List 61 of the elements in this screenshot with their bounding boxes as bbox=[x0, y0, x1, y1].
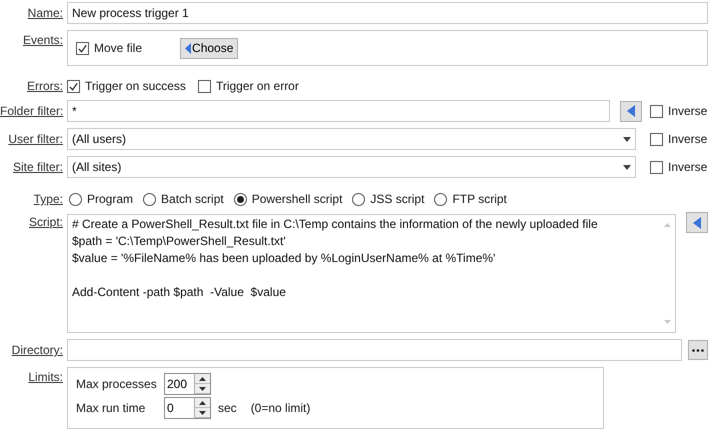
checkbox[interactable] bbox=[650, 104, 663, 118]
field-label: Limits: bbox=[28, 370, 63, 384]
up-arrow-icon bbox=[199, 376, 206, 380]
spin-down-button[interactable] bbox=[195, 384, 210, 394]
field-label: Errors: bbox=[27, 79, 63, 93]
radio-button[interactable] bbox=[69, 192, 82, 206]
left-triangle-icon bbox=[627, 105, 635, 117]
field-label: Directory: bbox=[12, 343, 63, 357]
checkbox[interactable] bbox=[198, 80, 211, 92]
spin-down-button[interactable] bbox=[195, 408, 210, 418]
spin-up-button[interactable] bbox=[195, 374, 210, 384]
up-arrow-icon bbox=[199, 400, 206, 404]
choose-button[interactable]: Choose bbox=[180, 38, 238, 58]
field-label: Name: bbox=[28, 6, 63, 20]
filter-dropdown[interactable]: (All sites) bbox=[67, 156, 636, 178]
checkbox[interactable] bbox=[67, 80, 80, 92]
radio-label: Program bbox=[87, 192, 134, 206]
down-arrow-icon bbox=[199, 386, 206, 390]
field-label: User filter: bbox=[8, 132, 63, 146]
filter-dropdown[interactable]: (All users) bbox=[67, 128, 636, 150]
checkbox-label: Trigger on error bbox=[216, 79, 299, 93]
arrow-button[interactable] bbox=[620, 100, 642, 122]
field-label: Max processes bbox=[76, 377, 158, 391]
directory-field[interactable] bbox=[67, 339, 682, 361]
number-field[interactable]: 0 bbox=[164, 397, 194, 419]
folder-filter-field[interactable]: * bbox=[67, 100, 610, 122]
checkbox-label: Trigger on success bbox=[85, 79, 186, 93]
radio-label: JSS script bbox=[370, 192, 424, 206]
checkbox[interactable] bbox=[76, 42, 89, 54]
radio-label: Batch script bbox=[161, 192, 224, 206]
field-label: Site filter: bbox=[12, 160, 63, 174]
number-field[interactable]: 200 bbox=[164, 373, 194, 395]
radio-button[interactable] bbox=[352, 192, 366, 206]
arrow-button[interactable] bbox=[686, 212, 708, 233]
spin-up-button[interactable] bbox=[195, 398, 210, 408]
radio-button[interactable] bbox=[234, 192, 247, 206]
field-label: Folder filter: bbox=[0, 104, 64, 118]
dropdown-arrow-icon bbox=[623, 164, 631, 170]
checkbox-label: Inverse bbox=[668, 104, 708, 118]
down-arrow-icon bbox=[199, 410, 206, 414]
field-label: Script: bbox=[28, 215, 63, 229]
left-triangle-icon bbox=[185, 42, 192, 54]
radio-button[interactable] bbox=[143, 192, 156, 206]
name-field[interactable]: New process trigger 1 bbox=[67, 2, 708, 24]
dropdown-arrow-icon bbox=[623, 136, 631, 142]
radio-button[interactable] bbox=[434, 192, 448, 206]
browse-button[interactable] bbox=[688, 340, 708, 360]
checkbox[interactable] bbox=[650, 132, 663, 146]
field-label: Events: bbox=[22, 33, 63, 47]
field-label: Type: bbox=[34, 192, 63, 206]
checkbox-label: Inverse bbox=[668, 132, 708, 146]
hint-text: (0=no limit) bbox=[250, 401, 310, 415]
unit-label: sec bbox=[218, 401, 237, 415]
radio-label: FTP script bbox=[452, 192, 507, 206]
radio-label: Powershell script bbox=[252, 192, 342, 206]
checkbox-label: Move file bbox=[94, 41, 142, 55]
field-label: Max run time bbox=[76, 401, 146, 415]
left-triangle-icon bbox=[693, 216, 701, 228]
checkbox-label: Inverse bbox=[668, 160, 708, 174]
ellipsis-icon bbox=[692, 348, 704, 352]
checkbox[interactable] bbox=[650, 160, 663, 174]
